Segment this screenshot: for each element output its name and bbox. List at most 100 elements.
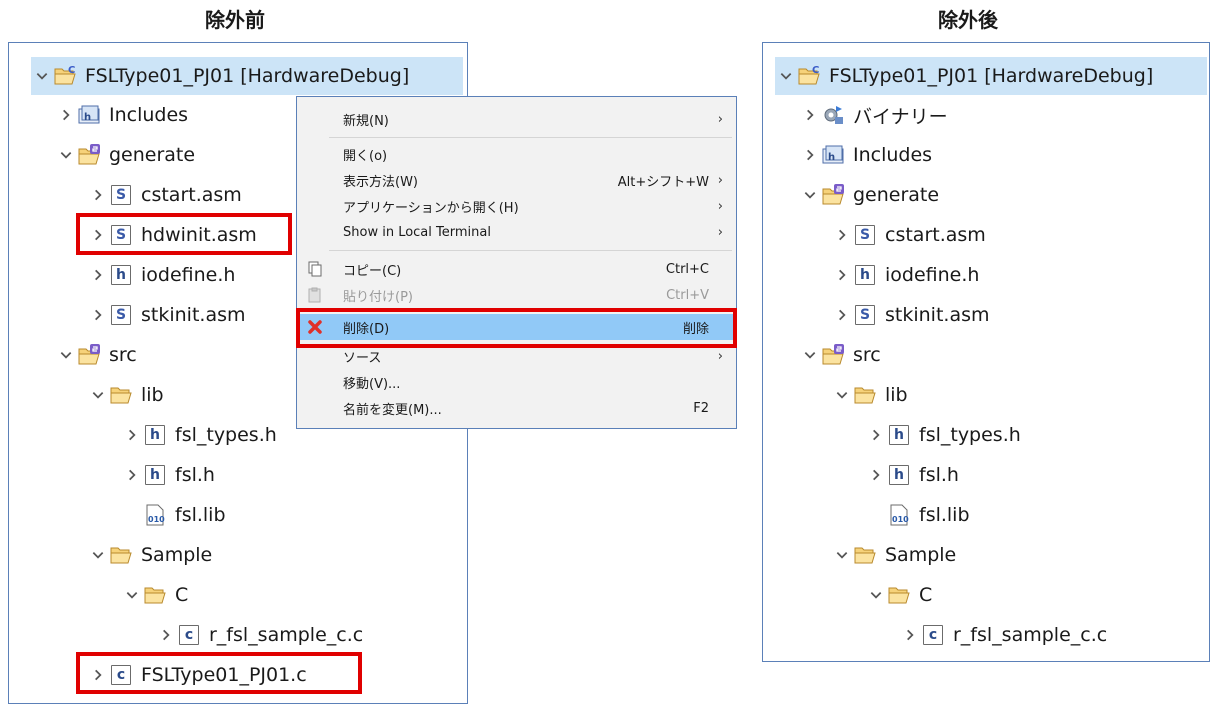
chevron-right-icon[interactable] (865, 428, 887, 442)
tree-item-c-folder[interactable]: C (121, 576, 188, 614)
tree-item-label: fsl.lib (919, 504, 970, 526)
tree-item-project[interactable]: FSLType01_PJ01 [HardwareDebug] (31, 57, 463, 95)
tree-item-label: Sample (885, 544, 957, 566)
asm-file-icon: S (109, 303, 133, 327)
tree-item-sample[interactable]: Sample (87, 536, 212, 574)
chevron-right-icon[interactable] (121, 428, 143, 442)
tree-item-generate[interactable]: generate (799, 176, 939, 214)
tree-item-c-folder[interactable]: C (865, 576, 932, 614)
chevron-right-icon[interactable] (899, 628, 921, 642)
chevron-right-icon[interactable] (799, 108, 821, 122)
asm-file-icon: S (109, 183, 133, 207)
highlight-hdwinit (76, 213, 292, 255)
chevron-right-icon[interactable] (865, 468, 887, 482)
menu-item-open[interactable]: 開く(o) (298, 141, 735, 167)
tree-item-sample-c[interactable]: c r_fsl_sample_c.c (155, 616, 363, 654)
chevron-down-icon[interactable] (831, 388, 853, 402)
tree-item-sample[interactable]: Sample (831, 536, 956, 574)
asm-file-icon: S (853, 303, 877, 327)
header-file-icon: h (887, 463, 911, 487)
tree-item-fsl-lib[interactable]: fsl.lib (887, 496, 970, 534)
menu-item-copy[interactable]: コピー(C) Ctrl+C (298, 256, 735, 282)
chevron-down-icon[interactable] (87, 548, 109, 562)
tree-item-cstart[interactable]: S cstart.asm (831, 216, 986, 254)
tree-item-label: iodefine.h (885, 264, 980, 286)
tree-item-includes[interactable]: Includes (55, 96, 188, 134)
c-file-icon: c (921, 623, 945, 647)
chevron-down-icon[interactable] (799, 348, 821, 362)
chevron-down-icon[interactable] (55, 348, 77, 362)
tree-item-stkinit[interactable]: S stkinit.asm (831, 296, 990, 334)
tree-item-generate[interactable]: generate (55, 136, 195, 174)
chevron-right-icon[interactable] (831, 268, 853, 282)
chevron-down-icon[interactable] (775, 69, 797, 83)
menu-shortcut: F2 (693, 400, 709, 416)
tree-item-fsl-lib[interactable]: fsl.lib (143, 496, 226, 534)
tree-item-lib[interactable]: lib (831, 376, 908, 414)
chevron-down-icon[interactable] (831, 548, 853, 562)
menu-item-open-app[interactable]: アプリケーションから開く(H) › (298, 193, 735, 219)
chevron-right-icon[interactable] (155, 628, 177, 642)
tree-item-label: Sample (141, 544, 213, 566)
includes-icon (77, 103, 101, 127)
menu-item-new[interactable]: 新規(N) › (298, 106, 735, 132)
chevron-right-icon[interactable] (87, 268, 109, 282)
tree-item-stkinit[interactable]: S stkinit.asm (87, 296, 246, 334)
tree-item-sample-c[interactable]: c r_fsl_sample_c.c (899, 616, 1107, 654)
menu-separator (329, 250, 732, 251)
tree-item-lib[interactable]: lib (87, 376, 164, 414)
menu-item-rename[interactable]: 名前を変更(M)... F2 (298, 395, 735, 421)
tree-item-includes[interactable]: Includes (799, 136, 932, 174)
chevron-right-icon[interactable] (55, 108, 77, 122)
tree-item-label: src (109, 344, 137, 366)
menu-item-move[interactable]: 移動(V)... (298, 369, 735, 395)
folder-open-icon (853, 383, 877, 407)
chevron-down-icon[interactable] (31, 69, 53, 83)
tree-item-binaries[interactable]: バイナリー (799, 96, 948, 134)
submenu-arrow-icon: › (717, 224, 723, 240)
tree-item-fsl-h[interactable]: h fsl.h (865, 456, 959, 494)
chevron-down-icon[interactable] (865, 588, 887, 602)
menu-label: アプリケーションから開く(H) (343, 200, 519, 216)
chevron-right-icon[interactable] (831, 308, 853, 322)
chevron-right-icon[interactable] (87, 308, 109, 322)
tree-item-iodefine[interactable]: h iodefine.h (87, 256, 235, 294)
c-project-icon (53, 64, 77, 88)
chevron-right-icon[interactable] (87, 188, 109, 202)
tree-item-label: fsl.h (919, 464, 959, 486)
tree-item-fsl-h[interactable]: h fsl.h (121, 456, 215, 494)
tree-item-fsl-types[interactable]: h fsl_types.h (865, 416, 1021, 454)
tree-item-label: iodefine.h (141, 264, 236, 286)
tree-item-label: lib (141, 384, 164, 406)
tree-item-src[interactable]: src (55, 336, 137, 374)
tree-item-cstart[interactable]: S cstart.asm (87, 176, 242, 214)
chevron-right-icon[interactable] (799, 148, 821, 162)
chevron-right-icon[interactable] (121, 468, 143, 482)
tree-item-src[interactable]: src (799, 336, 881, 374)
menu-label: 移動(V)... (343, 376, 401, 392)
tree-item-label: fsl_types.h (175, 424, 277, 446)
chevron-down-icon[interactable] (87, 388, 109, 402)
chevron-down-icon[interactable] (55, 148, 77, 162)
chevron-right-icon[interactable] (831, 228, 853, 242)
menu-item-paste[interactable]: 貼り付け(P) Ctrl+V (298, 282, 735, 308)
tree-item-label: cstart.asm (885, 224, 986, 246)
header-file-icon: h (143, 463, 167, 487)
menu-label: 名前を変更(M)... (343, 402, 442, 418)
tree-item-label: Includes (109, 104, 189, 126)
menu-item-local-terminal[interactable]: Show in Local Terminal › (298, 219, 735, 245)
tree-item-fsl-types[interactable]: h fsl_types.h (121, 416, 277, 454)
tree-item-label: stkinit.asm (141, 304, 246, 326)
chevron-down-icon[interactable] (799, 188, 821, 202)
folder-open-icon (853, 543, 877, 567)
tree-item-iodefine[interactable]: h iodefine.h (831, 256, 979, 294)
menu-label: 開く(o) (343, 148, 388, 164)
source-folder-icon (821, 343, 845, 367)
chevron-down-icon[interactable] (121, 588, 143, 602)
menu-item-open-with[interactable]: 表示方法(W) Alt+シフト+W › (298, 167, 735, 193)
tree-item-label: r_fsl_sample_c.c (953, 624, 1108, 646)
includes-icon (821, 143, 845, 167)
tree-item-label: fsl.h (175, 464, 215, 486)
tree-item-project[interactable]: FSLType01_PJ01 [HardwareDebug] (775, 57, 1207, 95)
tree-item-label: fsl_types.h (919, 424, 1021, 446)
